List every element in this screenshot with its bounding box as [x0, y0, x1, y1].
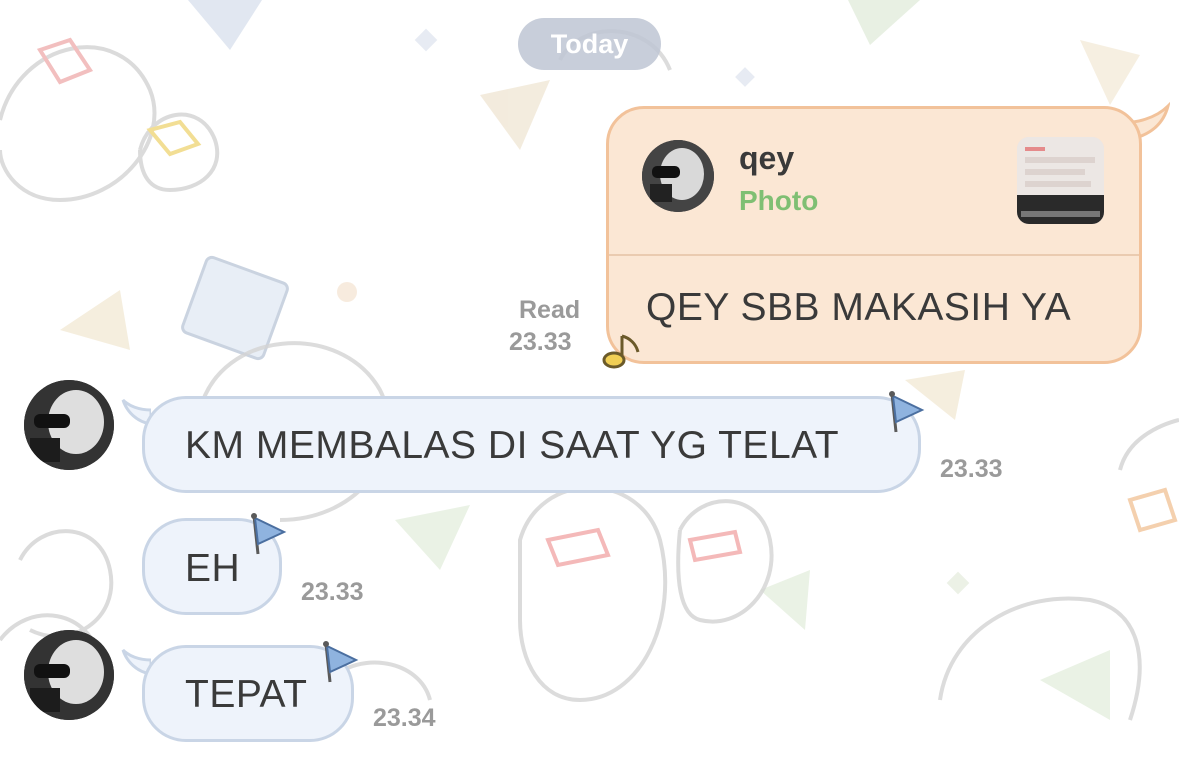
incoming-message-text: KM MEMBALAS DI SAAT YG TELAT: [185, 424, 840, 467]
flag-icon: [889, 391, 925, 433]
incoming-message-text: TEPAT: [185, 673, 308, 716]
flag-icon: [251, 513, 287, 555]
message-timestamp: 23.33: [509, 328, 572, 356]
incoming-message-text: EH: [185, 547, 241, 590]
flag-icon: [323, 641, 359, 683]
read-receipt: Read: [519, 296, 581, 324]
sender-avatar[interactable]: [24, 380, 114, 470]
reply-avatar: [642, 140, 714, 212]
sender-avatar[interactable]: [24, 630, 114, 720]
reply-sender-name: qey: [739, 140, 795, 176]
date-separator: Today: [518, 18, 661, 70]
outgoing-message-text: QEY SBB MAKASIH YA: [646, 286, 1072, 329]
reply-content-type: Photo: [739, 185, 819, 216]
reply-photo-thumbnail[interactable]: [1017, 137, 1104, 224]
music-note-icon: [602, 334, 640, 369]
message-timestamp: 23.33: [940, 455, 1003, 483]
reply-divider: [609, 254, 1139, 256]
message-timestamp: 23.34: [373, 704, 436, 732]
message-timestamp: 23.33: [301, 578, 364, 606]
